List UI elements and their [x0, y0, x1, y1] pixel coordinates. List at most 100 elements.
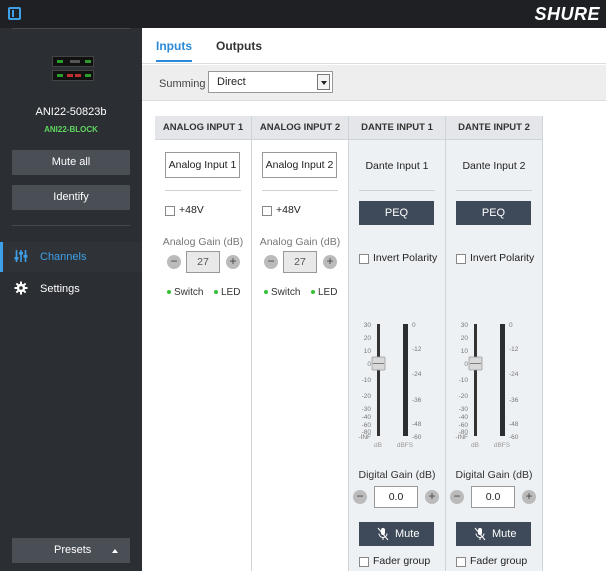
- sidebar-divider: [12, 28, 130, 29]
- channel-analog-input-2: ANALOG INPUT 2 Analog Input 2 +48V Analo…: [252, 116, 349, 571]
- fader-group-checkbox[interactable]: [456, 557, 466, 567]
- gain-increment-button[interactable]: +: [425, 490, 439, 504]
- fader-tick-label: 10: [461, 348, 469, 355]
- channel-name-field[interactable]: Analog Input 1: [165, 152, 240, 178]
- fader-meter-graphic[interactable]: 3020100-10-20-30-40-60-80-INF0-12-24-36-…: [446, 321, 542, 451]
- digital-gain-label: Digital Gain (dB): [455, 469, 533, 481]
- analog-gain-label: Analog Gain (dB): [162, 236, 244, 248]
- nav-item-channels[interactable]: Channels: [0, 242, 142, 272]
- channel-analog-input-1: ANALOG INPUT 1 Analog Input 1 +48V Analo…: [155, 116, 252, 571]
- legend-led: LED: [214, 287, 240, 298]
- meter-tick-label: -60: [412, 434, 422, 441]
- mute-all-button[interactable]: Mute all: [12, 150, 130, 175]
- digital-gain-field[interactable]: 0.0: [471, 486, 515, 508]
- gain-decrement-button[interactable]: −: [167, 255, 181, 269]
- sidebar-divider: [12, 225, 130, 226]
- chevron-down-icon[interactable]: [317, 74, 330, 90]
- fader-tick-label: 20: [461, 335, 469, 342]
- meter-unit-label: dBFS: [494, 442, 511, 449]
- meter-tick-label: 0: [509, 322, 513, 329]
- fader-tick-label: -20: [362, 393, 372, 400]
- device-icon: [52, 56, 94, 82]
- legend-led: LED: [311, 287, 337, 298]
- invert-polarity-checkbox[interactable]: [456, 254, 466, 264]
- peq-button[interactable]: PEQ: [359, 201, 434, 225]
- mic-muted-icon: [377, 527, 389, 541]
- fader-track: [474, 324, 477, 436]
- sidebar: ANI22-50823b ANI22-BLOCK Mute all Identi…: [0, 28, 142, 571]
- level-meter-bar: [403, 324, 408, 436]
- device-name: ANI22-50823b: [35, 106, 107, 118]
- fader-tick-label: 0: [464, 361, 468, 368]
- mic-muted-icon: [474, 527, 486, 541]
- digital-gain-label: Digital Gain (dB): [358, 469, 436, 481]
- top-bar: SHURE: [0, 0, 606, 28]
- mute-button[interactable]: Mute: [359, 522, 434, 546]
- tab-bar: Inputs Outputs: [142, 28, 606, 64]
- fader-tick-label: -30: [362, 406, 372, 413]
- phantom-power-checkbox[interactable]: [165, 206, 175, 216]
- peq-button[interactable]: PEQ: [456, 201, 531, 225]
- gain-decrement-button[interactable]: −: [353, 490, 367, 504]
- divider: [359, 190, 435, 191]
- app-window: SHURE ANI22-50823b ANI22-BLOCK Mute all …: [0, 0, 606, 571]
- fader-tick-label: -40: [362, 414, 372, 421]
- fader-meter[interactable]: 30 20 10 0 -10 -20 -30 -40 -60 -80 -INF 0 -12 -24 -36-…: [446, 321, 542, 451]
- presets-button[interactable]: Presets: [12, 538, 130, 563]
- nav-label: Settings: [40, 283, 80, 295]
- summing-select[interactable]: Direct: [208, 71, 333, 93]
- fader-tick-label: 10: [364, 348, 372, 355]
- brand-logo: SHURE: [534, 4, 600, 24]
- meter-tick-label: 0: [412, 322, 416, 329]
- phantom-power-label: +48V: [179, 204, 204, 216]
- level-meter-bar: [500, 324, 505, 436]
- meter-unit-label: dBFS: [397, 442, 414, 449]
- channel-name-field[interactable]: Analog Input 2: [262, 152, 337, 178]
- fader-tick-label: -30: [459, 406, 469, 413]
- meter-tick-label: -48: [509, 421, 519, 428]
- tab-inputs[interactable]: Inputs: [156, 39, 192, 62]
- fader-group-checkbox[interactable]: [359, 557, 369, 567]
- tab-outputs[interactable]: Outputs: [216, 39, 262, 53]
- panel-toggle-icon[interactable]: [8, 7, 21, 20]
- fader-meter[interactable]: 30 20 10 0 -10 -20 -30 -40 -60 -80 -INF 0 -12 -24 -36-…: [349, 321, 445, 451]
- phantom-power-label: +48V: [276, 204, 301, 216]
- mute-button[interactable]: Mute: [456, 522, 531, 546]
- gain-decrement-button[interactable]: −: [450, 490, 464, 504]
- meter-tick-label: -12: [412, 346, 422, 353]
- mute-label: Mute: [492, 528, 517, 540]
- gain-decrement-button[interactable]: −: [264, 255, 278, 269]
- digital-gain-field[interactable]: 0.0: [374, 486, 418, 508]
- divider: [262, 190, 338, 191]
- gain-increment-button[interactable]: +: [323, 255, 337, 269]
- legend-switch: Switch: [167, 287, 203, 298]
- gain-increment-button[interactable]: +: [226, 255, 240, 269]
- invert-polarity-checkbox[interactable]: [359, 254, 369, 264]
- fader-meter-graphic[interactable]: 3020100-10-20-30-40-60-80-INF0-12-24-36-…: [349, 321, 445, 451]
- analog-gain-field[interactable]: 27: [186, 251, 220, 273]
- gear-icon: [14, 281, 28, 295]
- channel-grid: ANALOG INPUT 1 Analog Input 1 +48V Analo…: [155, 116, 543, 571]
- fader-tick-label: 30: [364, 322, 372, 329]
- fader-group-label: Fader group: [373, 555, 431, 567]
- channel-dante-input-2: DANTE INPUT 2 Dante Input 2 PEQ Invert P…: [446, 116, 543, 571]
- fader-tick-label: -INF: [455, 434, 468, 441]
- fader-unit-label: dB: [374, 442, 382, 449]
- invert-polarity-label: Invert Polarity: [373, 252, 438, 264]
- channel-name: Dante Input 1: [365, 160, 429, 172]
- analog-gain-field[interactable]: 27: [283, 251, 317, 273]
- invert-polarity-label: Invert Polarity: [470, 252, 535, 264]
- fader-tick-label: -INF: [358, 434, 371, 441]
- phantom-power-checkbox[interactable]: [262, 206, 272, 216]
- fader-group-label: Fader group: [470, 555, 528, 567]
- meter-tick-label: -24: [412, 371, 422, 378]
- divider: [456, 190, 532, 191]
- gain-increment-button[interactable]: +: [522, 490, 536, 504]
- identify-button[interactable]: Identify: [12, 185, 130, 210]
- fader-tick-label: 20: [364, 335, 372, 342]
- nav-item-settings[interactable]: Settings: [0, 274, 142, 304]
- meter-tick-label: -12: [509, 346, 519, 353]
- legend-switch: Switch: [264, 287, 300, 298]
- fader-tick-label: -40: [459, 414, 469, 421]
- channel-name: Dante Input 2: [462, 160, 526, 172]
